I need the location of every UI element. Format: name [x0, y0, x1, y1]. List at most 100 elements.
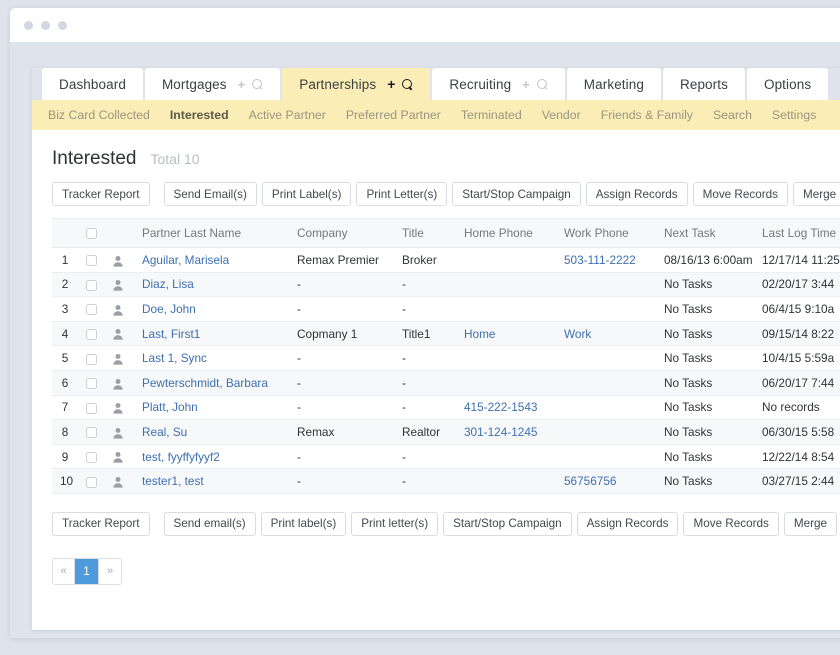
print-labels-button-bottom[interactable]: Print label(s)	[260, 511, 347, 536]
subnav-item-terminated[interactable]: Terminated	[461, 108, 522, 122]
cell-link[interactable]: Aguilar, Marisela	[142, 253, 229, 267]
table-row[interactable]: 8 Real, Su Remax Realtor 301-124-1245 No Task…	[52, 419, 840, 445]
subnav-item-friends-family[interactable]: Friends & Family	[601, 108, 693, 122]
subnav-item-interested[interactable]: Interested	[170, 108, 229, 122]
cell-link[interactable]: 56756756	[564, 474, 617, 488]
cell-link[interactable]: test, fyyffyfyyf2	[142, 450, 220, 464]
cell-work-phone	[556, 272, 656, 298]
plus-icon[interactable]: +	[522, 78, 530, 91]
row-avatar-cell	[104, 296, 134, 322]
move-records-button-bottom[interactable]: Move Records	[683, 511, 779, 536]
cell-link[interactable]: Last, First1	[142, 327, 200, 341]
tab-label: Options	[763, 76, 812, 92]
print-letters-button-bottom[interactable]: Print letter(s)	[351, 511, 439, 536]
col-company[interactable]: Company	[289, 218, 394, 248]
tab-partnerships[interactable]: Partnerships +	[282, 68, 431, 100]
row-checkbox[interactable]	[86, 378, 97, 390]
assign-records-button-bottom[interactable]: Assign Records	[576, 511, 679, 536]
col-last-log-time[interactable]: Last Log Time	[754, 218, 840, 248]
cell-link[interactable]: 503-111-2222	[564, 253, 636, 267]
cell-link[interactable]: Last 1, Sync	[142, 351, 207, 365]
tab-reports[interactable]: Reports	[662, 68, 745, 100]
cell-home-phone: 301-124-1245	[456, 419, 556, 445]
row-checkbox[interactable]	[86, 476, 97, 488]
col-partner-last-name[interactable]: Partner Last Name	[134, 218, 289, 248]
minimize-dot[interactable]	[41, 20, 50, 30]
select-all-checkbox[interactable]	[86, 228, 97, 240]
start-stop-campaign-button-bottom[interactable]: Start/Stop Campaign	[443, 511, 572, 536]
pagination-prev[interactable]: «	[53, 558, 75, 584]
col-home-phone[interactable]: Home Phone	[456, 218, 556, 248]
move-records-button[interactable]: Move Records	[692, 182, 788, 206]
send-emails-button-bottom[interactable]: Send email(s)	[163, 511, 256, 536]
cell-link[interactable]: Pewterschmidt, Barbara	[142, 376, 268, 390]
tab-marketing[interactable]: Marketing	[566, 68, 661, 100]
subnav-item-settings[interactable]: Settings	[772, 108, 816, 122]
search-icon[interactable]	[536, 78, 548, 90]
print-letters-button[interactable]: Print Letter(s)	[356, 182, 448, 206]
cell-link[interactable]: Work	[564, 327, 591, 341]
table-row[interactable]: 4 Last, First1 Copmany 1 Title1 Home Work No T…	[52, 321, 840, 347]
col-title[interactable]: Title	[394, 218, 456, 248]
send-emails-button[interactable]: Send Email(s)	[163, 182, 257, 206]
plus-icon[interactable]: +	[387, 77, 395, 91]
table-row[interactable]: 6 Pewterschmidt, Barbara - - No Tasks 06/20/1…	[52, 370, 840, 396]
col-next-task[interactable]: Next Task	[656, 218, 754, 248]
cell-link[interactable]: tester1, test	[142, 474, 204, 488]
start-stop-campaign-button[interactable]: Start/Stop Campaign	[452, 182, 581, 206]
tab-recruiting[interactable]: Recruiting +	[432, 68, 565, 100]
subnav-item-search[interactable]: Search	[713, 108, 752, 122]
table-row[interactable]: 10 tester1, test - - 56756756 No Tasks 03/27/1…	[52, 468, 840, 494]
toolbar-bottom: Tracker Report Send email(s) Print label…	[52, 494, 837, 536]
plus-icon[interactable]: +	[238, 78, 246, 91]
cell-link[interactable]: 415-222-1543	[464, 400, 537, 414]
row-checkbox[interactable]	[86, 279, 97, 291]
tab-options[interactable]: Options	[746, 68, 829, 100]
row-checkbox[interactable]	[86, 427, 97, 439]
maximize-dot[interactable]	[58, 20, 67, 30]
cell-company: Remax Premier	[289, 247, 394, 273]
table-row[interactable]: 2 Diaz, Lisa - - No Tasks 02/20/17 3:44	[52, 272, 840, 298]
table-body: 1 Aguilar, Marisela Remax Premier Broker 503…	[52, 247, 840, 494]
tab-mortgages[interactable]: Mortgages +	[144, 68, 281, 100]
row-checkbox[interactable]	[86, 328, 97, 340]
close-dot[interactable]	[24, 20, 33, 30]
tracker-report-button-bottom[interactable]: Tracker Report	[52, 511, 150, 536]
row-checkbox[interactable]	[86, 255, 97, 267]
row-checkbox[interactable]	[86, 402, 97, 414]
search-icon[interactable]	[252, 78, 263, 90]
col-work-phone[interactable]: Work Phone	[556, 218, 656, 248]
row-checkbox[interactable]	[86, 353, 97, 365]
cell-link[interactable]: Real, Su	[142, 425, 187, 439]
pagination-page-1[interactable]: 1	[75, 558, 99, 584]
table-row[interactable]: 3 Doe, John - - No Tasks 06/4/15 9:10a	[52, 296, 840, 322]
table-row[interactable]: 9 test, fyyffyfyyf2 - - No Tasks 12/22/14 8:5…	[52, 444, 840, 470]
merge-button[interactable]: Merge	[792, 182, 840, 206]
cell-home-phone	[456, 370, 556, 396]
row-checkbox[interactable]	[86, 451, 97, 463]
subnav-item-active-partner[interactable]: Active Partner	[249, 108, 326, 122]
cell-company: -	[289, 444, 394, 470]
tab-dashboard[interactable]: Dashboard	[42, 68, 143, 100]
cell-title: -	[394, 468, 456, 494]
merge-button-bottom[interactable]: Merge	[783, 511, 837, 536]
print-labels-button[interactable]: Print Label(s)	[261, 182, 352, 206]
tracker-report-button[interactable]: Tracker Report	[52, 182, 150, 206]
row-checkbox[interactable]	[86, 304, 97, 316]
row-avatar-cell	[104, 272, 134, 298]
pagination-next[interactable]: »	[99, 559, 121, 584]
subnav-item-biz-card-collected[interactable]: Biz Card Collected	[48, 108, 150, 122]
subnav-item-vendor[interactable]: Vendor	[542, 108, 581, 122]
cell-link[interactable]: Home	[464, 327, 495, 341]
table-row[interactable]: 5 Last 1, Sync - - No Tasks 10/4/15 5:59a	[52, 345, 840, 371]
cell-link[interactable]: Doe, John	[142, 302, 196, 316]
subnav-item-preferred-partner[interactable]: Preferred Partner	[346, 108, 441, 122]
table-row[interactable]: 7 Platt, John - -415-222-1543 No Tasks No rec…	[52, 395, 840, 421]
cell-link[interactable]: Diaz, Lisa	[142, 277, 194, 291]
cell-work-phone	[556, 370, 656, 396]
table-row[interactable]: 1 Aguilar, Marisela Remax Premier Broker 503…	[52, 247, 840, 273]
cell-link[interactable]: Platt, John	[142, 400, 198, 414]
search-icon[interactable]	[402, 78, 413, 90]
cell-link[interactable]: 301-124-1245	[464, 425, 537, 439]
assign-records-button[interactable]: Assign Records	[585, 182, 688, 206]
